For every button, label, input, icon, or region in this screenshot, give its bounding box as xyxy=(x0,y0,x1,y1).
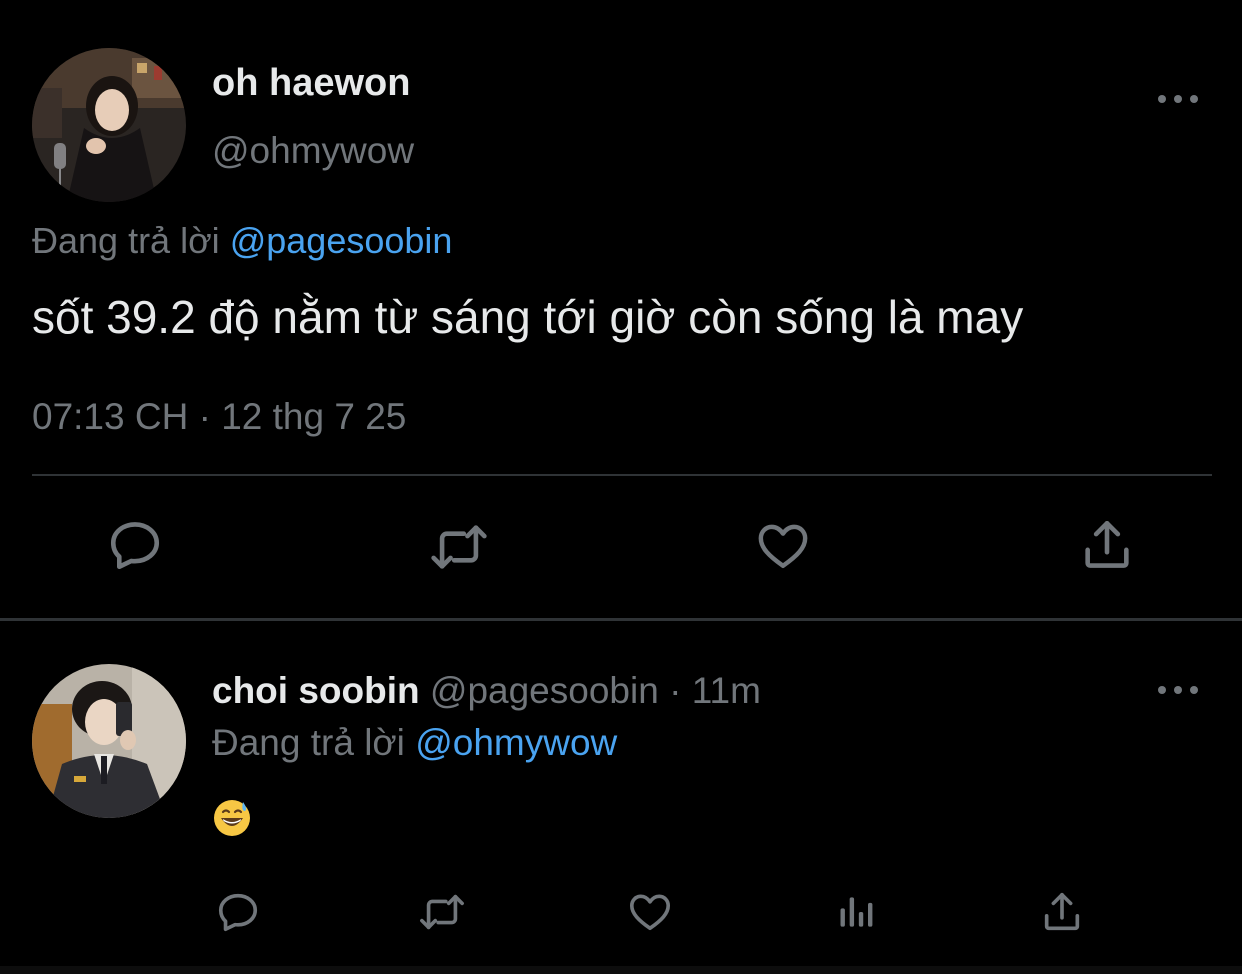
replying-to: Đang trả lời @pagesoobin xyxy=(32,220,452,262)
replying-to: Đang trả lời @ohmywow xyxy=(212,722,617,764)
main-tweet: oh haewon @ohmywow Đang trả lời @pagesoo… xyxy=(0,0,1242,620)
reply-icon[interactable] xyxy=(104,514,166,576)
more-options-icon[interactable] xyxy=(1158,680,1198,700)
like-icon[interactable] xyxy=(626,888,674,936)
bottom-edge xyxy=(0,966,1242,974)
dot xyxy=(1158,95,1166,103)
replying-prefix: Đang trả lời xyxy=(212,722,405,763)
author-handle[interactable]: @pagesoobin xyxy=(430,670,659,711)
share-icon[interactable] xyxy=(1076,514,1138,576)
replying-to-mention[interactable]: @pagesoobin xyxy=(230,220,453,261)
tweet-timestamp[interactable]: 07:13 CH · 12 thg 7 25 xyxy=(32,396,406,438)
author-name[interactable]: oh haewon xyxy=(212,62,410,105)
dot xyxy=(1190,95,1198,103)
dot xyxy=(1190,686,1198,694)
dot xyxy=(1158,686,1166,694)
avatar[interactable] xyxy=(32,664,186,818)
reply-header: choi soobin @pagesoobin · 11m xyxy=(212,670,761,712)
tweet-thread: oh haewon @ohmywow Đang trả lời @pagesoo… xyxy=(0,0,1242,974)
retweet-icon[interactable] xyxy=(414,888,470,936)
tweet-time-ago[interactable]: 11m xyxy=(692,670,761,711)
reply-icon[interactable] xyxy=(214,888,262,936)
more-options-icon[interactable] xyxy=(1158,89,1198,109)
meta-separator: · xyxy=(658,670,692,711)
divider xyxy=(0,618,1242,621)
avatar[interactable] xyxy=(32,48,186,202)
replying-to-mention[interactable]: @ohmywow xyxy=(415,722,617,763)
views-icon[interactable] xyxy=(834,888,880,936)
retweet-icon[interactable] xyxy=(424,516,494,578)
share-icon[interactable] xyxy=(1038,888,1086,936)
divider xyxy=(32,474,1212,476)
like-icon[interactable] xyxy=(752,516,814,576)
dot xyxy=(1174,686,1182,694)
tweet-text: sốt 39.2 độ nằm từ sáng tới giờ còn sống… xyxy=(32,291,1024,343)
author-name[interactable]: choi soobin xyxy=(212,670,420,711)
replying-prefix: Đang trả lời xyxy=(32,220,220,261)
grinning-face-with-sweat-emoji xyxy=(212,798,252,838)
author-handle[interactable]: @ohmywow xyxy=(212,130,414,172)
dot xyxy=(1174,95,1182,103)
